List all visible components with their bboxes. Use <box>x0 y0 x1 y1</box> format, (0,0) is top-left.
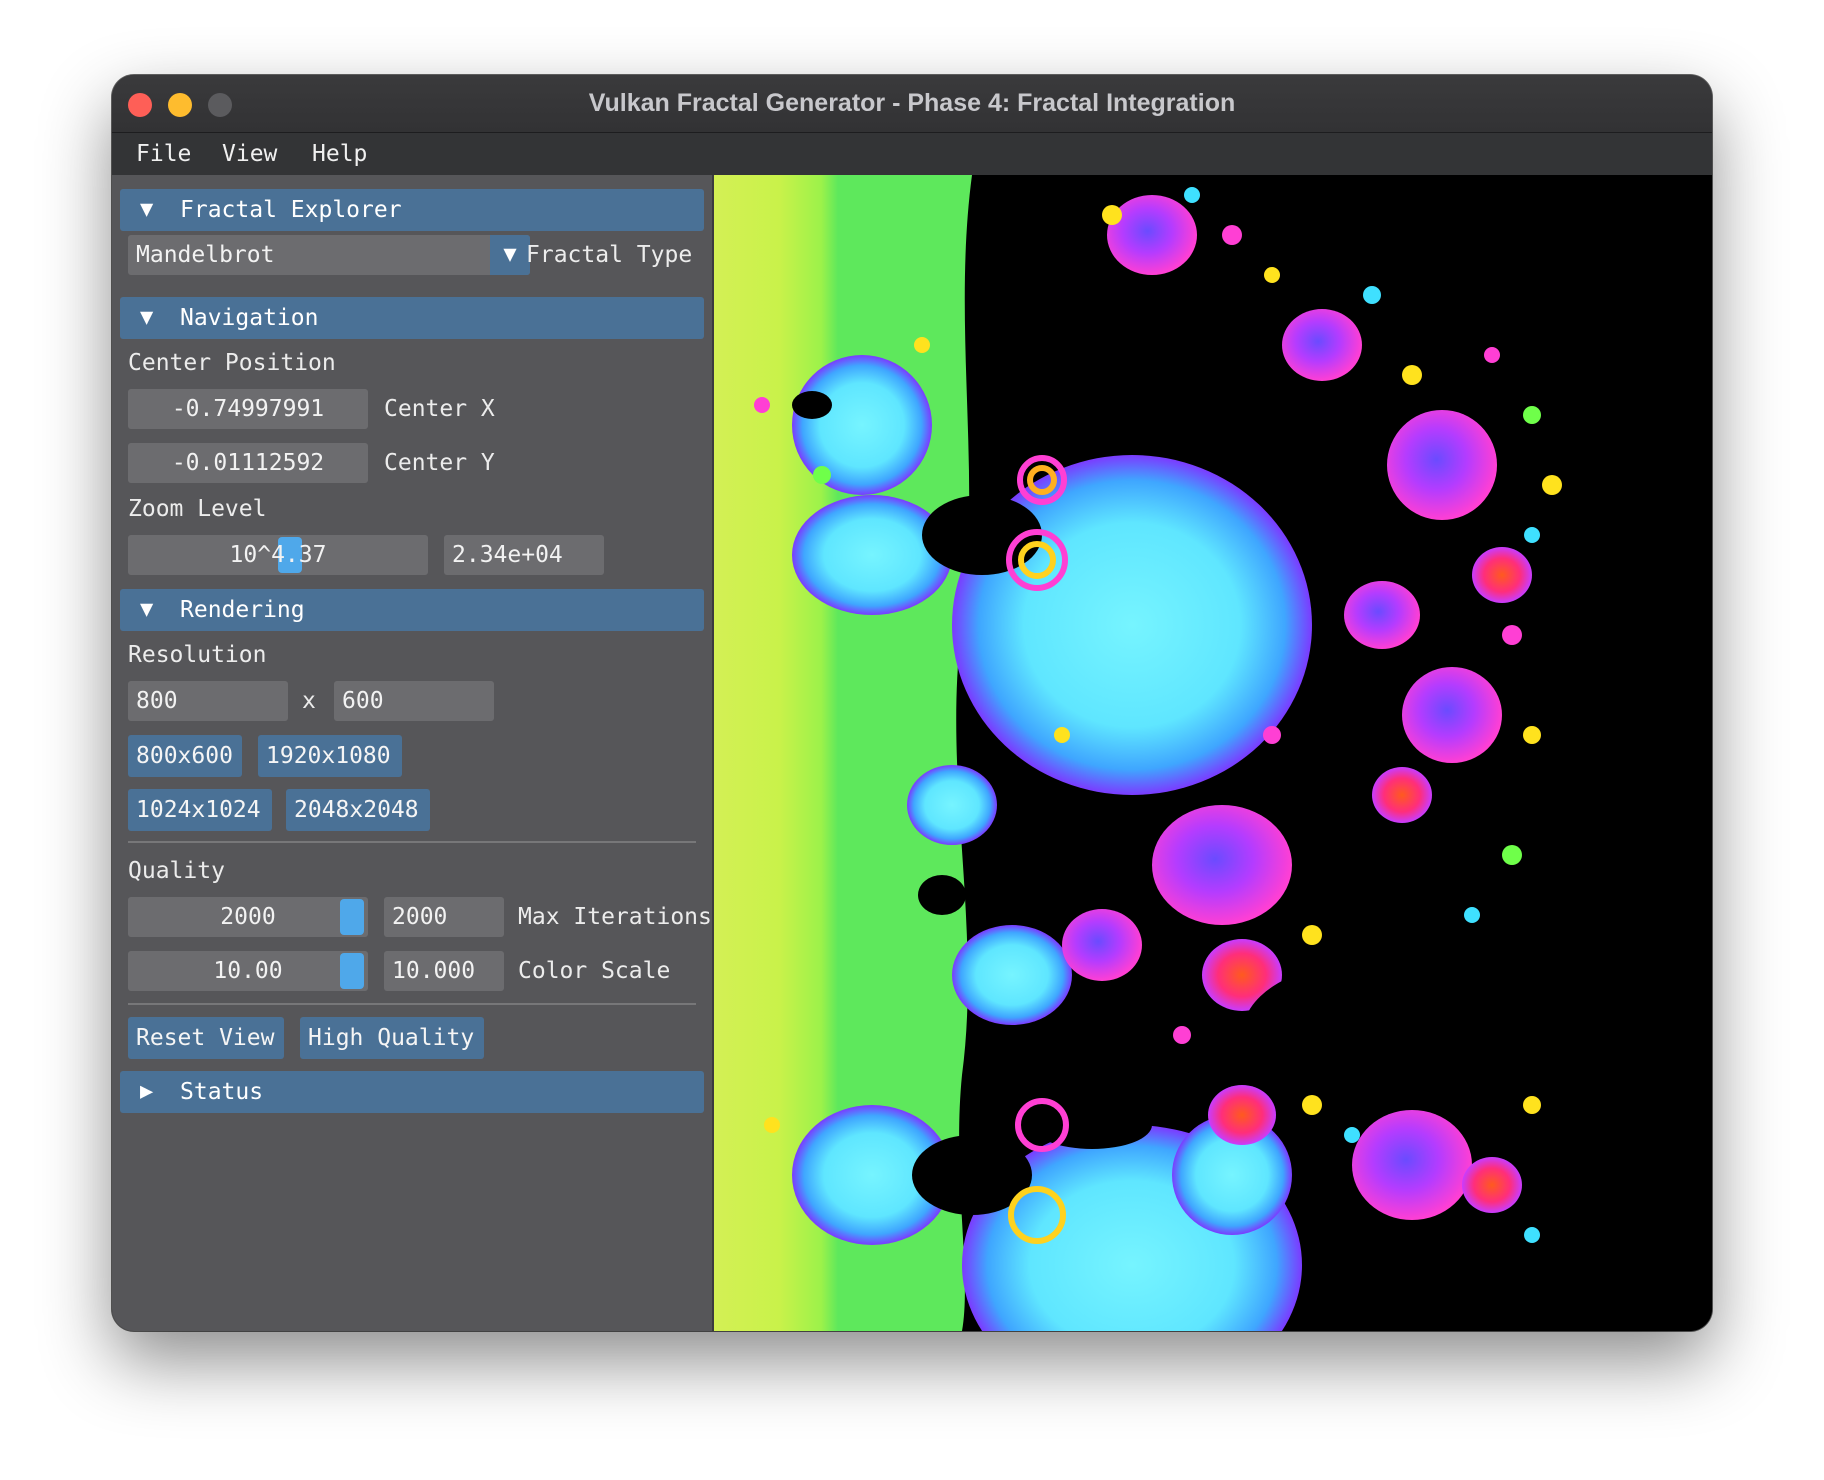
resolution-label: Resolution <box>128 642 267 668</box>
fractal-render-image <box>712 175 1712 1331</box>
app-window: Vulkan Fractal Generator - Phase 4: Frac… <box>112 75 1712 1331</box>
center-y-input[interactable]: -0.01112592 <box>128 443 368 483</box>
zoom-slider-text: 10^4.37 <box>229 542 327 568</box>
menu-help[interactable]: Help <box>312 133 367 175</box>
control-panel: ▼ Fractal Explorer Mandelbrot ▼ Fractal … <box>112 175 714 1331</box>
max-iterations-slider-text: 2000 <box>220 904 276 930</box>
resolution-x-separator: x <box>302 688 316 714</box>
expanded-arrow-icon: ▼ <box>140 197 154 222</box>
status-header[interactable]: ▶ Status <box>120 1071 704 1113</box>
expanded-arrow-icon: ▼ <box>140 597 154 622</box>
collapsed-arrow-icon: ▶ <box>140 1079 154 1104</box>
menu-view[interactable]: View <box>222 133 277 175</box>
zoom-value-input[interactable]: 2.34e+04 <box>444 535 604 575</box>
color-scale-input[interactable]: 10.000 <box>384 951 504 991</box>
zoom-level-label: Zoom Level <box>128 496 267 522</box>
center-x-label: Center X <box>384 396 495 422</box>
fractal-viewport[interactable] <box>712 175 1712 1331</box>
preset-1920x1080-button[interactable]: 1920x1080 <box>258 735 402 777</box>
fractal-explorer-header[interactable]: ▼ Fractal Explorer <box>120 189 704 231</box>
high-quality-button[interactable]: High Quality <box>300 1017 484 1059</box>
expanded-arrow-icon: ▼ <box>140 305 154 330</box>
zoom-slider[interactable]: 10^4.37 <box>128 535 428 575</box>
rendering-title: Rendering <box>180 597 305 623</box>
separator <box>128 1003 696 1005</box>
color-scale-slider-grab[interactable] <box>340 953 364 989</box>
status-title: Status <box>180 1079 264 1105</box>
max-iterations-slider-grab[interactable] <box>340 899 364 935</box>
color-scale-slider-text: 10.00 <box>213 958 283 984</box>
preset-2048x2048-button[interactable]: 2048x2048 <box>286 789 430 831</box>
menu-bar: File View Help <box>112 133 1712 177</box>
fractal-type-combo[interactable]: Mandelbrot ▼ <box>128 235 530 275</box>
color-scale-slider[interactable]: 10.00 <box>128 951 368 991</box>
rendering-header[interactable]: ▼ Rendering <box>120 589 704 631</box>
center-position-label: Center Position <box>128 350 336 376</box>
window-title: Vulkan Fractal Generator - Phase 4: Frac… <box>588 89 1236 117</box>
max-iterations-label: Max Iterations <box>518 904 712 930</box>
resolution-height-input[interactable]: 600 <box>334 681 494 721</box>
menu-file[interactable]: File <box>136 133 191 175</box>
max-iterations-slider[interactable]: 2000 <box>128 897 368 937</box>
quality-label: Quality <box>128 858 225 884</box>
preset-800x600-button[interactable]: 800x600 <box>128 735 242 777</box>
title-bar: Vulkan Fractal Generator - Phase 4: Frac… <box>112 75 1712 133</box>
center-x-input[interactable]: -0.74997991 <box>128 389 368 429</box>
center-y-label: Center Y <box>384 450 495 476</box>
fractal-type-value: Mandelbrot <box>136 242 275 268</box>
max-iterations-input[interactable]: 2000 <box>384 897 504 937</box>
fractal-explorer-title: Fractal Explorer <box>180 197 402 223</box>
dropdown-arrow-icon[interactable]: ▼ <box>490 235 530 275</box>
fractal-type-label: Fractal Type <box>526 242 693 268</box>
resolution-width-input[interactable]: 800 <box>128 681 288 721</box>
color-scale-label: Color Scale <box>518 958 671 984</box>
reset-view-button[interactable]: Reset View <box>128 1017 284 1059</box>
separator <box>128 841 696 843</box>
navigation-title: Navigation <box>180 305 319 331</box>
navigation-header[interactable]: ▼ Navigation <box>120 297 704 339</box>
preset-1024x1024-button[interactable]: 1024x1024 <box>128 789 272 831</box>
